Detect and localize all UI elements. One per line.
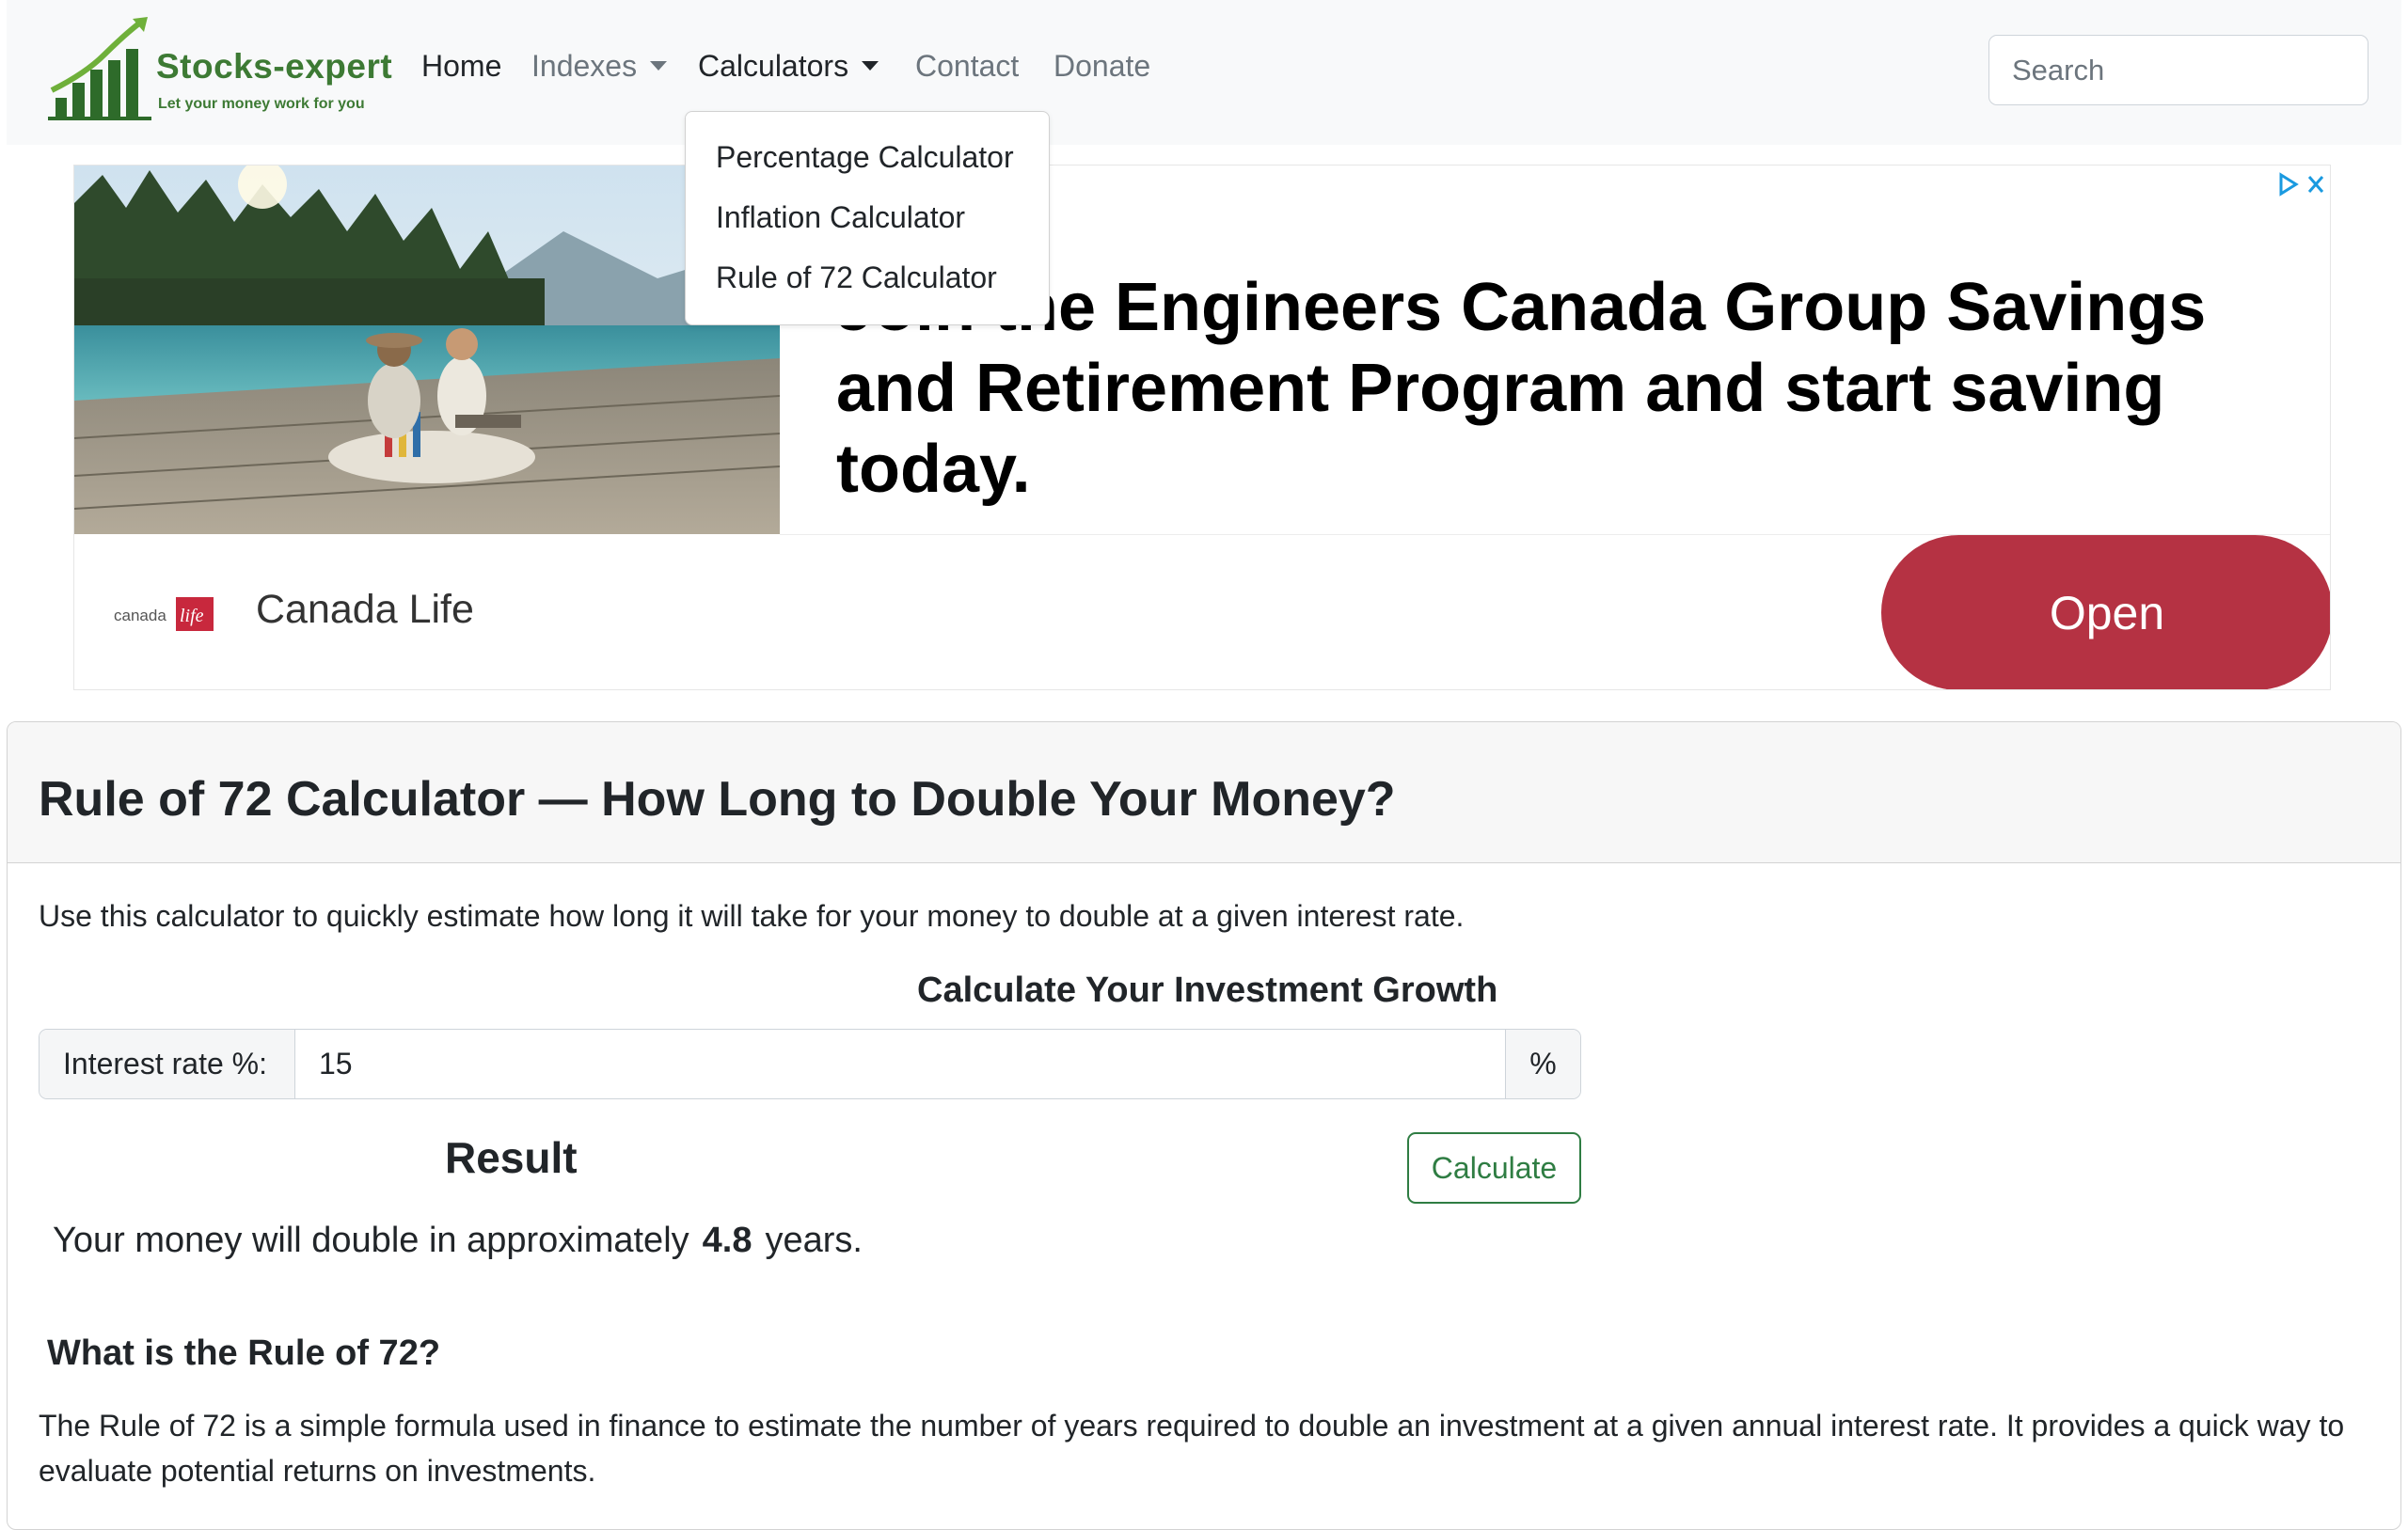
interest-rate-input-group: Interest rate %: % <box>39 1029 1581 1099</box>
nav-indexes[interactable]: Indexes <box>531 49 668 84</box>
logo-title: Stocks-expert <box>156 47 393 86</box>
page-title: Rule of 72 Calculator — How Long to Doub… <box>39 772 1396 827</box>
search-input[interactable] <box>1988 35 2368 105</box>
site-logo[interactable]: Stocks-expert Let your money work for yo… <box>48 17 394 122</box>
card-header: Rule of 72 Calculator — How Long to Doub… <box>8 722 2400 863</box>
ad-headline[interactable]: Join the Engineers Canada Group Savings … <box>836 267 2304 510</box>
calculator-subtitle: Calculate Your Investment Growth <box>917 970 1498 1010</box>
explainer-heading: What is the Rule of 72? <box>47 1333 441 1373</box>
ad-brand-name: Canada Life <box>256 587 474 632</box>
percent-suffix: % <box>1505 1030 1580 1098</box>
calculate-button[interactable]: Calculate <box>1407 1132 1581 1204</box>
canada-life-logo-icon: canada life <box>114 597 214 631</box>
ad-banner[interactable]: Join the Engineers Canada Group Savings … <box>73 165 2331 690</box>
bar-chart-logo-icon <box>48 17 151 120</box>
calculators-dropdown-menu: Percentage Calculator Inflation Calculat… <box>685 111 1050 325</box>
nav-calculators[interactable]: Calculators <box>698 49 879 84</box>
nav-donate[interactable]: Donate <box>1054 49 1150 84</box>
ad-choices-icon[interactable] <box>2275 171 2328 197</box>
result-value: 4.8 <box>702 1221 752 1260</box>
nav-home[interactable]: Home <box>421 49 501 84</box>
interest-rate-input[interactable] <box>295 1030 1505 1098</box>
interest-rate-label: Interest rate %: <box>40 1030 295 1098</box>
result-suffix: years. <box>765 1221 863 1260</box>
nav-indexes-label: Indexes <box>531 49 638 83</box>
nav-calculators-label: Calculators <box>698 49 849 83</box>
menu-item-rule-of-72-calculator[interactable]: Rule of 72 Calculator <box>716 260 997 295</box>
logo-tagline: Let your money work for you <box>158 96 365 112</box>
svg-text:canada: canada <box>114 607 166 624</box>
chevron-down-icon <box>862 61 879 71</box>
canada-life-logo: canada life <box>114 593 223 635</box>
chevron-down-icon <box>650 61 668 71</box>
ad-open-button[interactable]: Open <box>1881 535 2330 689</box>
result-prefix: Your money will double in approximately <box>53 1221 689 1260</box>
explainer-text: The Rule of 72 is a simple formula used … <box>39 1409 2345 1488</box>
nav-contact[interactable]: Contact <box>915 49 1019 84</box>
svg-text:life: life <box>180 606 204 626</box>
menu-item-percentage-calculator[interactable]: Percentage Calculator <box>716 140 1014 175</box>
intro-text: Use this calculator to quickly estimate … <box>39 899 1465 933</box>
calculator-card: Rule of 72 Calculator — How Long to Doub… <box>7 721 2401 1530</box>
result-heading: Result <box>445 1133 578 1182</box>
menu-item-inflation-calculator[interactable]: Inflation Calculator <box>716 200 965 235</box>
navbar: Stocks-expert Let your money work for yo… <box>7 0 2401 145</box>
ad-lake-dock-image <box>74 166 780 534</box>
result-text: Your money will double in approximately 4… <box>53 1221 863 1261</box>
